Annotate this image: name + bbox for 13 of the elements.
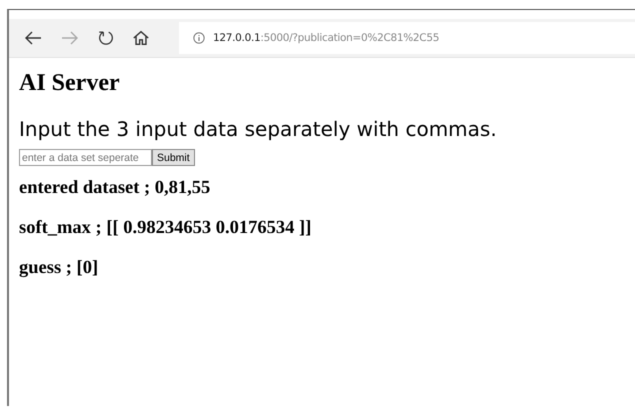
refresh-icon[interactable] — [97, 29, 115, 47]
page-title: AI Server — [19, 70, 121, 97]
instruction-text: Input the 3 input data separately with commas. — [19, 117, 498, 141]
info-icon — [193, 32, 205, 44]
dataset-input[interactable]: enter a data set seperate — [19, 149, 152, 166]
result-text: guess ; [0] — [19, 258, 100, 279]
home-icon[interactable] — [132, 29, 150, 47]
result-text: entered dataset ; 0,81,55 — [19, 178, 212, 199]
url-host: 127.0.0.1 — [213, 32, 260, 44]
result-text: soft_max ; [[ 0.98234653 0.0176534 ]] — [19, 218, 312, 239]
address-bar[interactable]: 127.0.0.1:5000/?publication=0%2C81%2C55 — [179, 22, 635, 54]
submit-button[interactable]: Submit — [152, 149, 195, 166]
url-path: :5000/?publication=0%2C81%2C55 — [260, 32, 440, 44]
